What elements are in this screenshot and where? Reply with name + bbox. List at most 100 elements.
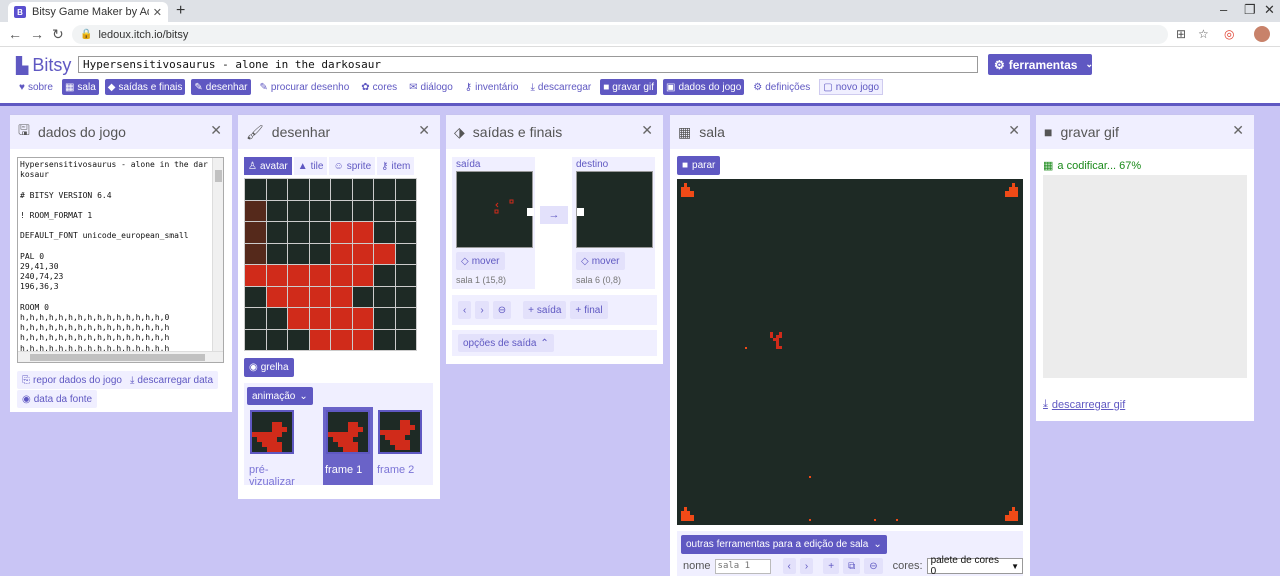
- close-icon[interactable]: ✕: [210, 122, 222, 139]
- close-icon[interactable]: ✕: [418, 122, 430, 139]
- nav-item[interactable]: ✎ desenhar: [191, 79, 251, 95]
- pixel-cell[interactable]: [374, 179, 395, 200]
- pixel-cell[interactable]: [374, 200, 395, 221]
- pixel-cell[interactable]: [374, 329, 395, 350]
- pixel-cell[interactable]: [331, 179, 352, 200]
- profile-avatar[interactable]: [1254, 26, 1270, 42]
- pixel-cell[interactable]: [331, 308, 352, 329]
- frame-1[interactable]: frame 1: [323, 407, 373, 485]
- nav-item[interactable]: ✿ cores: [358, 79, 400, 95]
- pixel-cell[interactable]: [245, 179, 266, 200]
- nav-item[interactable]: ⚙ definições: [750, 79, 813, 95]
- pixel-canvas[interactable]: [244, 178, 417, 351]
- pixel-cell[interactable]: [266, 329, 287, 350]
- add-exit-button[interactable]: + saída: [523, 301, 567, 319]
- pixel-cell[interactable]: [395, 200, 416, 221]
- pixel-cell[interactable]: [374, 265, 395, 286]
- pixel-cell[interactable]: [288, 308, 309, 329]
- pixel-cell[interactable]: [352, 243, 373, 264]
- pixel-cell[interactable]: [288, 200, 309, 221]
- close-icon[interactable]: ✕: [1008, 122, 1020, 139]
- delete-exit-icon[interactable]: ⊖: [492, 301, 512, 319]
- nav-item[interactable]: ⚷ inventário: [462, 79, 522, 95]
- close-icon[interactable]: ✕: [641, 122, 653, 139]
- pixel-cell[interactable]: [266, 286, 287, 307]
- pixel-cell[interactable]: [309, 286, 330, 307]
- pixel-cell[interactable]: [352, 200, 373, 221]
- extension-icon[interactable]: ◎: [1224, 27, 1234, 41]
- pixel-cell[interactable]: [245, 265, 266, 286]
- vertical-scrollbar[interactable]: [212, 158, 223, 353]
- add-ending-button[interactable]: + final: [570, 301, 608, 319]
- tools-button[interactable]: ⚙ ferramentas ⌄: [988, 54, 1093, 75]
- pixel-cell[interactable]: [309, 308, 330, 329]
- horizontal-scrollbar[interactable]: [18, 351, 223, 362]
- pixel-cell[interactable]: [245, 308, 266, 329]
- forward-icon[interactable]: →: [30, 26, 44, 42]
- pixel-cell[interactable]: [288, 286, 309, 307]
- pixel-cell[interactable]: [309, 179, 330, 200]
- nav-item[interactable]: ▦ sala: [61, 79, 99, 95]
- pixel-cell[interactable]: [395, 286, 416, 307]
- game-title-input[interactable]: [78, 56, 978, 73]
- pixel-cell[interactable]: [395, 243, 416, 264]
- pixel-cell[interactable]: [309, 222, 330, 243]
- pixel-cell[interactable]: [352, 286, 373, 307]
- pixel-cell[interactable]: [266, 265, 287, 286]
- pixel-cell[interactable]: [374, 243, 395, 264]
- pixel-cell[interactable]: [309, 329, 330, 350]
- pixel-cell[interactable]: [374, 286, 395, 307]
- pixel-cell[interactable]: [352, 329, 373, 350]
- pixel-cell[interactable]: [395, 222, 416, 243]
- close-tab-icon[interactable]: ✕: [153, 6, 162, 19]
- duplicate-room-icon[interactable]: ⧉: [843, 558, 861, 574]
- tab-tile[interactable]: ▲ tile: [293, 157, 328, 175]
- pixel-cell[interactable]: [288, 265, 309, 286]
- prev-room-icon[interactable]: ‹: [782, 558, 796, 574]
- move-destination-button[interactable]: ◇ mover: [576, 252, 625, 270]
- pixel-cell[interactable]: [331, 329, 352, 350]
- pixel-cell[interactable]: [352, 308, 373, 329]
- translate-icon[interactable]: ⊞: [1176, 27, 1186, 41]
- minimize-icon[interactable]: –: [1220, 2, 1227, 17]
- delete-room-icon[interactable]: ⊖: [864, 558, 883, 574]
- pixel-cell[interactable]: [331, 222, 352, 243]
- exit-room-preview[interactable]: [456, 171, 534, 248]
- pixel-cell[interactable]: [245, 329, 266, 350]
- pixel-cell[interactable]: [395, 308, 416, 329]
- pixel-cell[interactable]: [352, 222, 373, 243]
- room-name-input[interactable]: [714, 558, 771, 574]
- scroll-thumb[interactable]: [215, 170, 222, 182]
- nav-item[interactable]: ▢ novo jogo: [819, 79, 884, 95]
- add-room-icon[interactable]: +: [823, 558, 840, 574]
- nav-item[interactable]: ◆ saídas e finais: [104, 79, 186, 95]
- pixel-cell[interactable]: [395, 265, 416, 286]
- pixel-cell[interactable]: [245, 243, 266, 264]
- nav-item[interactable]: ■ gravar gif: [600, 79, 657, 95]
- pixel-cell[interactable]: [395, 329, 416, 350]
- tab-avatar[interactable]: ♙ avatar: [244, 157, 292, 175]
- nav-item[interactable]: ✎ procurar desenho: [257, 79, 353, 95]
- back-icon[interactable]: ←: [8, 26, 22, 42]
- tab-item[interactable]: ⚷ item: [377, 157, 415, 175]
- game-data-textarea[interactable]: Hypersensitivosaurus - alone in the dark…: [17, 157, 224, 363]
- frame-2[interactable]: frame 2: [375, 407, 425, 485]
- destination-room-preview[interactable]: [576, 171, 653, 248]
- pixel-cell[interactable]: [288, 243, 309, 264]
- pixel-cell[interactable]: [245, 200, 266, 221]
- pixel-cell[interactable]: [288, 329, 309, 350]
- scroll-thumb[interactable]: [30, 354, 205, 361]
- nav-item[interactable]: ✉ diálogo: [406, 79, 456, 95]
- pixel-cell[interactable]: [331, 265, 352, 286]
- next-exit-icon[interactable]: ›: [475, 301, 489, 319]
- pixel-cell[interactable]: [331, 243, 352, 264]
- browser-tab[interactable]: B Bitsy Game Maker by Adam Le D ✕: [8, 2, 168, 22]
- new-tab-icon[interactable]: +: [176, 2, 185, 20]
- pixel-cell[interactable]: [245, 222, 266, 243]
- pixel-cell[interactable]: [266, 179, 287, 200]
- exit-options-button[interactable]: opções de saída ⌃: [458, 334, 554, 352]
- pixel-cell[interactable]: [245, 286, 266, 307]
- pixel-cell[interactable]: [266, 243, 287, 264]
- pixel-cell[interactable]: [309, 243, 330, 264]
- download-data-button[interactable]: ⤓ descarregar data: [125, 371, 219, 389]
